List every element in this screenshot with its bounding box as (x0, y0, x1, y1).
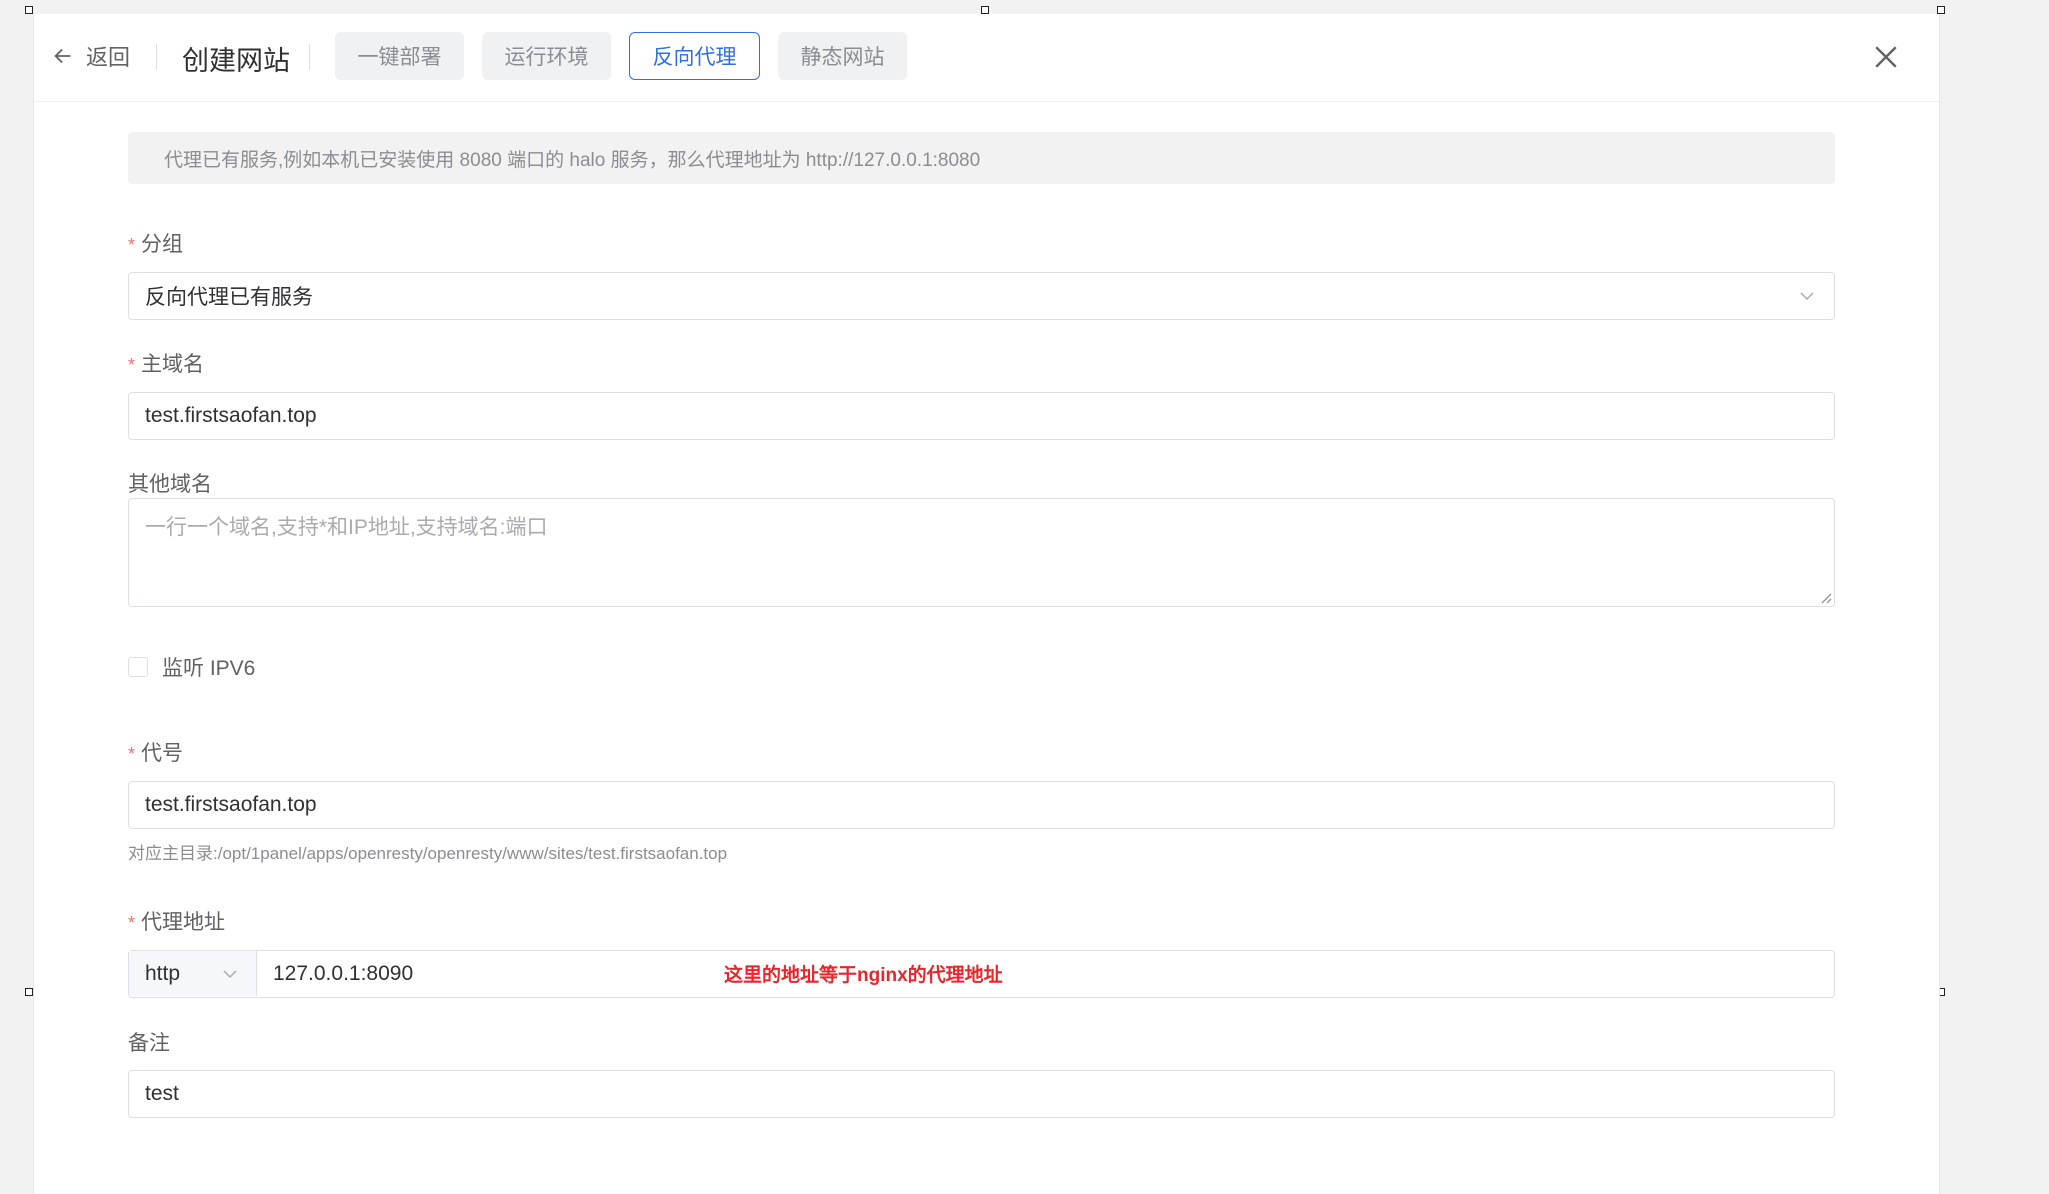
alias-label-text: 代号 (141, 742, 184, 765)
required-mark: * (128, 744, 136, 764)
group-select-value: 反向代理已有服务 (145, 286, 313, 309)
alias-hint: 对应主目录:/opt/1panel/apps/openresty/openres… (128, 844, 728, 863)
chevron-down-icon (223, 970, 237, 979)
selection-handle (25, 6, 33, 14)
other-domains-textarea[interactable]: 一行一个域名,支持*和IP地址,支持域名:端口 (128, 498, 1835, 607)
page-title: 创建网站 (182, 46, 290, 76)
drawer-header: 返回 创建网站 一键部署 运行环境 反向代理 静态网站 (34, 14, 1939, 102)
alias-input[interactable]: test.firstsaofan.top (128, 781, 1835, 829)
close-icon[interactable] (1873, 44, 1899, 70)
primary-domain-label-text: 主域名 (141, 353, 205, 376)
divider (309, 44, 310, 70)
create-website-drawer: 返回 创建网站 一键部署 运行环境 反向代理 静态网站 代理已有服务,例如本机已… (33, 14, 1940, 1194)
remark-input[interactable]: test (128, 1070, 1835, 1118)
tab-static-site[interactable]: 静态网站 (778, 32, 907, 80)
proxy-label-text: 代理地址 (141, 911, 226, 934)
alias-label: * 代号 (128, 737, 183, 767)
back-button[interactable]: 返回 (52, 40, 130, 72)
required-mark: * (128, 355, 136, 375)
remark-label: 备注 (128, 1032, 170, 1055)
alias-value: test.firstsaofan.top (145, 793, 317, 816)
tab-reverse-proxy[interactable]: 反向代理 (629, 32, 760, 80)
remark-value: test (145, 1082, 179, 1105)
required-mark: * (128, 913, 136, 933)
tab-one-click-deploy[interactable]: 一键部署 (335, 32, 464, 80)
required-mark: * (128, 235, 136, 255)
selection-handle (1937, 6, 1945, 14)
protocol-select[interactable]: http (129, 951, 257, 996)
selection-handle (981, 6, 989, 14)
proxy-annotation: 这里的地址等于nginx的代理地址 (724, 965, 1003, 986)
selection-handle (25, 988, 33, 996)
ipv6-label: 监听 IPV6 (162, 657, 256, 680)
proxy-address-input[interactable]: 127.0.0.1:8090 (273, 951, 413, 996)
chevron-down-icon (1800, 292, 1814, 301)
resize-grip-icon[interactable] (1818, 590, 1832, 604)
proxy-label: * 代理地址 (128, 906, 225, 936)
primary-domain-input[interactable]: test.firstsaofan.top (128, 392, 1835, 440)
other-domains-placeholder: 一行一个域名,支持*和IP地址,支持域名:端口 (145, 516, 548, 539)
primary-domain-label: * 主域名 (128, 348, 204, 378)
ipv6-checkbox[interactable] (128, 657, 148, 677)
divider (156, 44, 157, 70)
group-label: * 分组 (128, 228, 183, 258)
ipv6-checkbox-row[interactable]: 监听 IPV6 (128, 652, 255, 682)
arrow-left-icon (54, 48, 71, 64)
tab-runtime[interactable]: 运行环境 (482, 32, 611, 80)
primary-domain-value: test.firstsaofan.top (145, 404, 317, 427)
proxy-address-input-group: http 127.0.0.1:8090 这里的地址等于nginx的代理地址 (128, 950, 1835, 998)
group-label-text: 分组 (141, 233, 184, 256)
protocol-value: http (145, 961, 181, 985)
back-label: 返回 (86, 45, 131, 70)
group-select[interactable]: 反向代理已有服务 (128, 272, 1835, 320)
other-domains-label: 其他域名 (128, 473, 212, 496)
info-alert: 代理已有服务,例如本机已安装使用 8080 端口的 halo 服务，那么代理地址… (128, 132, 1835, 184)
